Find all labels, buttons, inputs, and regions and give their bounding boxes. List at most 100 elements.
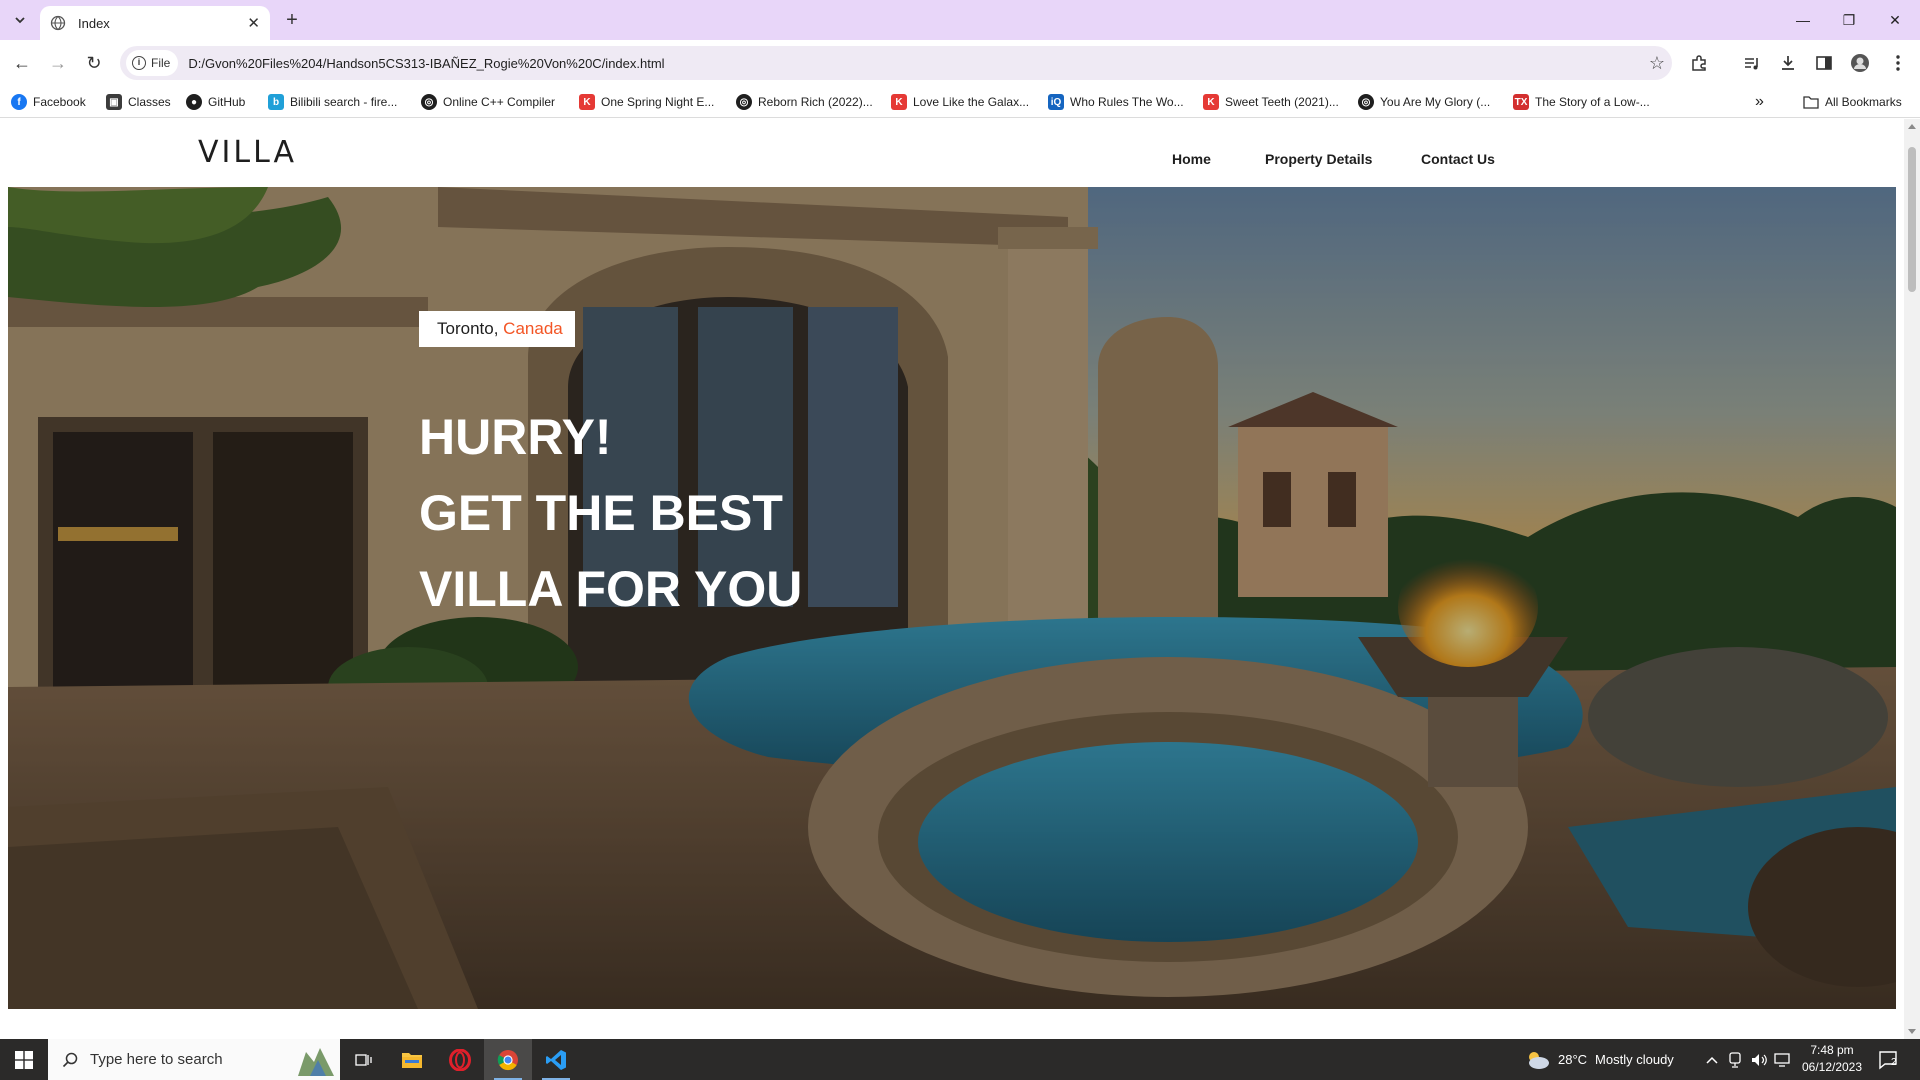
extensions-icon[interactable] <box>1687 51 1711 75</box>
facebook-icon: f <box>11 94 27 110</box>
task-view-button[interactable] <box>340 1039 388 1080</box>
nav-contact-us[interactable]: Contact Us <box>1421 151 1495 167</box>
bookmark-classes[interactable]: ▣ Classes <box>106 92 171 112</box>
bookmark-who-rules[interactable]: iQ Who Rules The Wo... <box>1048 92 1184 112</box>
system-clock[interactable]: 7:48 pm 06/12/2023 <box>1796 1042 1868 1076</box>
bookmark-story-low[interactable]: TX The Story of a Low-... <box>1513 92 1650 112</box>
show-hidden-icons-chevron-icon[interactable] <box>1706 1039 1718 1080</box>
globe-icon: ◎ <box>736 94 752 110</box>
bookmark-label: You Are My Glory (... <box>1380 95 1491 109</box>
hero-headline: HURRY! GET THE BEST VILLA FOR YOU <box>419 399 802 627</box>
location-badge: Toronto, Canada <box>419 311 575 347</box>
start-button[interactable] <box>0 1039 48 1080</box>
more-bookmarks-chevron-icon[interactable]: » <box>1755 92 1764 112</box>
headline-line-2: GET THE BEST <box>419 485 783 541</box>
kissasian-icon: K <box>1203 94 1219 110</box>
browser-tab-bar: Index ✕ + — ❐ ✕ <box>0 0 1920 40</box>
bookmark-reborn-rich[interactable]: ◎ Reborn Rich (2022)... <box>736 92 873 112</box>
address-bar[interactable]: i File D:/Gvon%20Files%204/Handson5CS313… <box>120 46 1672 80</box>
side-panel-icon[interactable] <box>1812 51 1836 75</box>
hero-banner: Toronto, Canada HURRY! GET THE BEST VILL… <box>8 187 1896 1009</box>
github-icon: ● <box>186 94 202 110</box>
bookmark-star-icon[interactable]: ☆ <box>1642 53 1672 74</box>
profile-avatar[interactable] <box>1848 51 1872 75</box>
bookmark-one-spring-night[interactable]: K One Spring Night E... <box>579 92 714 112</box>
bookmark-label: The Story of a Low-... <box>1535 95 1650 109</box>
scrollbar-thumb[interactable] <box>1908 147 1916 292</box>
tab-title: Index <box>78 15 110 31</box>
bookmark-love-like-galaxy[interactable]: K Love Like the Galax... <box>891 92 1029 112</box>
all-bookmarks-label: All Bookmarks <box>1825 95 1902 109</box>
network-icon[interactable] <box>1774 1039 1792 1080</box>
volume-icon[interactable] <box>1750 1039 1768 1080</box>
opera-button[interactable] <box>436 1039 484 1080</box>
url-text[interactable]: D:/Gvon%20Files%204/Handson5CS313-IBAÑEZ… <box>188 56 1642 71</box>
site-info-chip[interactable]: i File <box>126 50 179 76</box>
bookmark-label: Bilibili search - fire... <box>290 95 398 109</box>
forward-button[interactable]: → <box>44 49 72 77</box>
page-viewport: VILLA Home Property Details Contact Us T… <box>0 119 1904 1039</box>
bookmark-online-compiler[interactable]: ◎ Online C++ Compiler <box>421 92 555 112</box>
weather-desc: Mostly cloudy <box>1595 1052 1674 1067</box>
bookmarks-bar: f Facebook ▣ Classes ● GitHub b Bilibili… <box>0 86 1920 118</box>
media-controls-icon[interactable] <box>1740 51 1764 75</box>
site-logo[interactable]: VILLA <box>198 135 297 170</box>
new-tab-button[interactable]: + <box>280 8 304 32</box>
tx-icon: TX <box>1513 94 1529 110</box>
nav-property-details[interactable]: Property Details <box>1265 151 1372 167</box>
close-window-button[interactable]: ✕ <box>1872 0 1918 40</box>
headline-line-1: HURRY! <box>419 409 612 465</box>
page-scrollbar[interactable] <box>1904 119 1920 1039</box>
notifications-button[interactable]: 2 <box>1878 1039 1897 1080</box>
bookmark-sweet-teeth[interactable]: K Sweet Teeth (2021)... <box>1203 92 1339 112</box>
file-explorer-icon <box>402 1052 422 1068</box>
reload-button[interactable]: ↻ <box>80 49 108 77</box>
vscode-icon <box>546 1049 566 1070</box>
browser-toolbar: ← → ↻ i File D:/Gvon%20Files%204/Handson… <box>0 40 1920 86</box>
bookmark-label: Sweet Teeth (2021)... <box>1225 95 1339 109</box>
tab-search-button[interactable] <box>8 8 32 32</box>
windows-taskbar: Type here to search 28°C Mostly cloudy 7… <box>0 1039 1920 1080</box>
location-country: Canada <box>503 319 563 338</box>
bookmark-github[interactable]: ● GitHub <box>186 92 245 112</box>
bookmark-label: Reborn Rich (2022)... <box>758 95 873 109</box>
close-tab-icon[interactable]: ✕ <box>247 14 260 32</box>
scroll-up-arrow-icon[interactable] <box>1908 124 1916 129</box>
iq-icon: iQ <box>1048 94 1064 110</box>
back-button[interactable]: ← <box>8 49 36 77</box>
weather-widget[interactable]: 28°C Mostly cloudy <box>1524 1039 1674 1080</box>
headline-line-3: VILLA FOR YOU <box>419 561 803 617</box>
downloads-icon[interactable] <box>1776 51 1800 75</box>
menu-icon[interactable] <box>1886 51 1910 75</box>
file-explorer-button[interactable] <box>388 1039 436 1080</box>
kissasian-icon: K <box>891 94 907 110</box>
bookmark-label: Love Like the Galax... <box>913 95 1030 109</box>
tab-index[interactable]: Index ✕ <box>40 6 270 40</box>
minimize-button[interactable]: — <box>1780 0 1826 40</box>
bookmark-label: GitHub <box>208 95 246 109</box>
bookmark-label: Classes <box>128 95 171 109</box>
taskbar-search-box[interactable]: Type here to search <box>48 1039 340 1080</box>
restore-button[interactable]: ❐ <box>1826 0 1872 40</box>
folder-icon <box>1803 96 1819 109</box>
location-city: Toronto, <box>437 319 499 338</box>
weather-temp: 28°C <box>1558 1052 1588 1067</box>
chrome-button[interactable] <box>484 1039 532 1080</box>
bookmark-you-are-my-glory[interactable]: ◎ You Are My Glory (... <box>1358 92 1490 112</box>
scroll-down-arrow-icon[interactable] <box>1908 1029 1916 1034</box>
all-bookmarks-button[interactable]: All Bookmarks <box>1803 92 1902 112</box>
nav-home[interactable]: Home <box>1172 151 1211 167</box>
kissasian-icon: K <box>579 94 595 110</box>
bookmark-label: Who Rules The Wo... <box>1070 95 1184 109</box>
chevron-down-icon <box>15 17 25 24</box>
globe-icon <box>50 15 66 31</box>
vscode-button[interactable] <box>532 1039 580 1080</box>
bookmark-facebook[interactable]: f Facebook <box>11 92 86 112</box>
bookmark-bilibili[interactable]: b Bilibili search - fire... <box>268 92 397 112</box>
meet-now-icon[interactable] <box>1728 1039 1742 1080</box>
hero-overlay <box>8 187 1896 1009</box>
globe-icon: ◎ <box>421 94 437 110</box>
bilibili-icon: b <box>268 94 284 110</box>
classroom-icon: ▣ <box>106 94 122 110</box>
notification-count: 2 <box>1891 1057 1897 1068</box>
